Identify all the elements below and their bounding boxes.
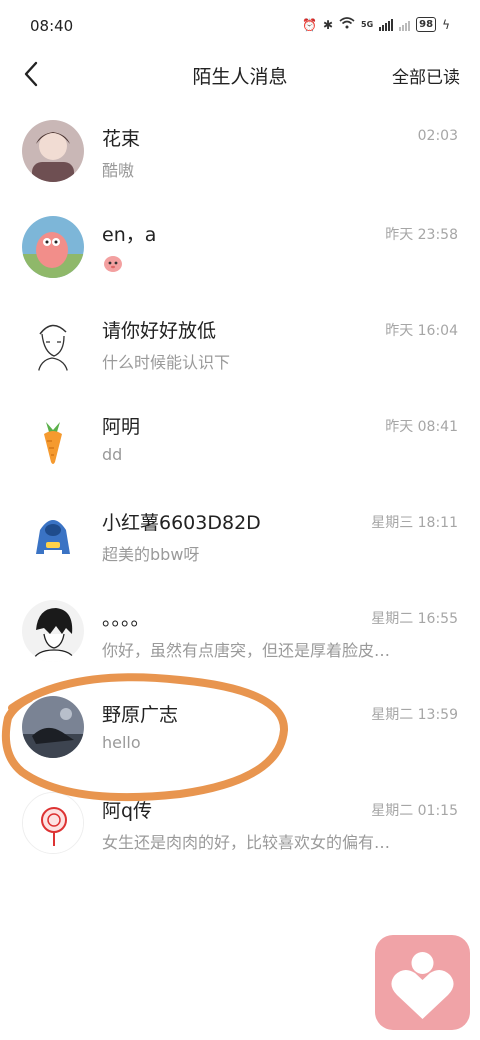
- back-button[interactable]: [18, 58, 48, 90]
- list-item[interactable]: 小红薯6603D82D 超美的bbw呀 星期三 18:11: [0, 488, 480, 584]
- header: 陌生人消息 全部已读: [0, 52, 480, 98]
- message-preview: hello: [102, 733, 141, 752]
- avatar: [22, 312, 84, 374]
- pink-sticker-icon: [104, 256, 122, 272]
- message-preview: 酷嗷: [102, 161, 135, 180]
- signal-icon: [379, 18, 394, 31]
- message-preview: 你好，虽然有点唐突，但还是厚着脸皮…: [102, 641, 391, 660]
- avatar: [22, 600, 84, 662]
- message-time: 昨天 16:04: [385, 323, 458, 339]
- message-preview: 女生还是肉肉的好，比较喜欢女的偏有…: [102, 833, 391, 852]
- avatar: [22, 792, 84, 854]
- sticker-message: [102, 253, 124, 277]
- bluetooth-icon: ✱: [322, 17, 334, 32]
- status-bar: 08:40 ⏰ ✱ 5G 98 ϟ: [0, 0, 480, 52]
- message-time: 星期二 16:55: [371, 611, 458, 627]
- signal-icon-2: [399, 19, 411, 31]
- list-item[interactable]: 请你好好放低 什么时候能认识下 昨天 16:04: [0, 296, 480, 392]
- avatar: [22, 408, 84, 470]
- list-item[interactable]: 花束 酷嗷 02:03: [0, 104, 480, 200]
- message-list: 花束 酷嗷 02:03 en，a 昨天 23:58 请你好好放低 什么时候能认识…: [0, 104, 480, 872]
- message-time: 02:03: [417, 128, 458, 144]
- message-preview: dd: [102, 445, 123, 464]
- network-type: 5G: [361, 20, 374, 29]
- message-time: 星期二 01:15: [371, 803, 458, 819]
- avatar: [22, 696, 84, 758]
- message-time: 昨天 08:41: [385, 419, 458, 435]
- list-item[interactable]: 野原广志 hello 星期二 13:59: [0, 680, 480, 776]
- alarm-icon: ⏰: [302, 17, 317, 32]
- avatar: [22, 504, 84, 566]
- back-arrow-icon: [24, 61, 38, 87]
- wifi-icon: [339, 17, 355, 32]
- message-preview: 超美的bbw呀: [102, 545, 200, 564]
- contact-name: 阿明: [102, 416, 141, 438]
- contact-name: 小红薯6603D82D: [102, 512, 261, 534]
- contact-name: 。。。。: [102, 608, 150, 630]
- contact-name: 阿q传: [102, 800, 153, 822]
- message-preview: 什么时候能认识下: [102, 353, 231, 372]
- list-item[interactable]: 。。。。 你好，虽然有点唐突，但还是厚着脸皮… 星期二 16:55: [0, 584, 480, 680]
- heart-person-icon: [391, 952, 454, 1019]
- list-item[interactable]: 阿明 dd 昨天 08:41: [0, 392, 480, 488]
- avatar: [22, 216, 84, 278]
- contact-name: 花束: [102, 128, 141, 150]
- floating-app-button[interactable]: [375, 935, 470, 1030]
- message-time: 星期二 13:59: [371, 707, 458, 723]
- list-item[interactable]: 阿q传 女生还是肉肉的好，比较喜欢女的偏有… 星期二 01:15: [0, 776, 480, 872]
- charging-icon: ϟ: [442, 17, 450, 32]
- message-time: 星期三 18:11: [371, 515, 458, 531]
- contact-name: en，a: [102, 224, 157, 246]
- battery-icon: 98: [416, 17, 437, 32]
- avatar: [22, 120, 84, 182]
- status-icons: ⏰ ✱ 5G 98 ϟ: [302, 17, 450, 32]
- message-time: 昨天 23:58: [385, 227, 458, 243]
- contact-name: 野原广志: [102, 704, 179, 726]
- list-item[interactable]: en，a 昨天 23:58: [0, 200, 480, 296]
- contact-name: 请你好好放低: [102, 320, 217, 342]
- mark-all-read-button[interactable]: 全部已读: [392, 63, 460, 88]
- status-time: 08:40: [30, 17, 74, 35]
